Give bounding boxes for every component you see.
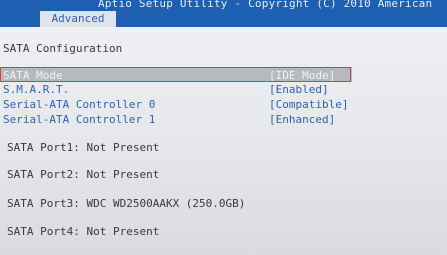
main-panel: SATA Configuration SATA Mode [IDE Mode] …	[0, 27, 447, 255]
page-title: SATA Configuration	[3, 42, 123, 55]
port-info-2: SATA Port2: Not Present	[7, 168, 160, 181]
port-info-1: SATA Port1: Not Present	[7, 141, 160, 154]
tab-advanced[interactable]: Advanced	[40, 11, 116, 27]
port-info-3: SATA Port3: WDC WD2500AAKX (250.0GB)	[7, 197, 246, 210]
setting-label-sata-controller-0[interactable]: Serial-ATA Controller 0	[3, 99, 155, 111]
setting-value-smart[interactable]: [Enabled]	[269, 84, 329, 96]
setting-value-sata-controller-0[interactable]: [Compatible]	[269, 99, 348, 111]
bios-setup-screen: Aptio Setup Utility - Copyright (C) 2010…	[0, 0, 447, 255]
header-bar: Aptio Setup Utility - Copyright (C) 2010…	[0, 0, 447, 27]
setting-label-smart[interactable]: S.M.A.R.T.	[3, 84, 69, 96]
port-info-4: SATA Port4: Not Present	[7, 225, 160, 238]
setting-value-sata-controller-1[interactable]: [Enhanced]	[269, 114, 335, 126]
utility-title: Aptio Setup Utility - Copyright (C) 2010…	[98, 0, 433, 10]
highlight-outline	[0, 67, 351, 82]
setting-label-sata-controller-1[interactable]: Serial-ATA Controller 1	[3, 114, 155, 126]
